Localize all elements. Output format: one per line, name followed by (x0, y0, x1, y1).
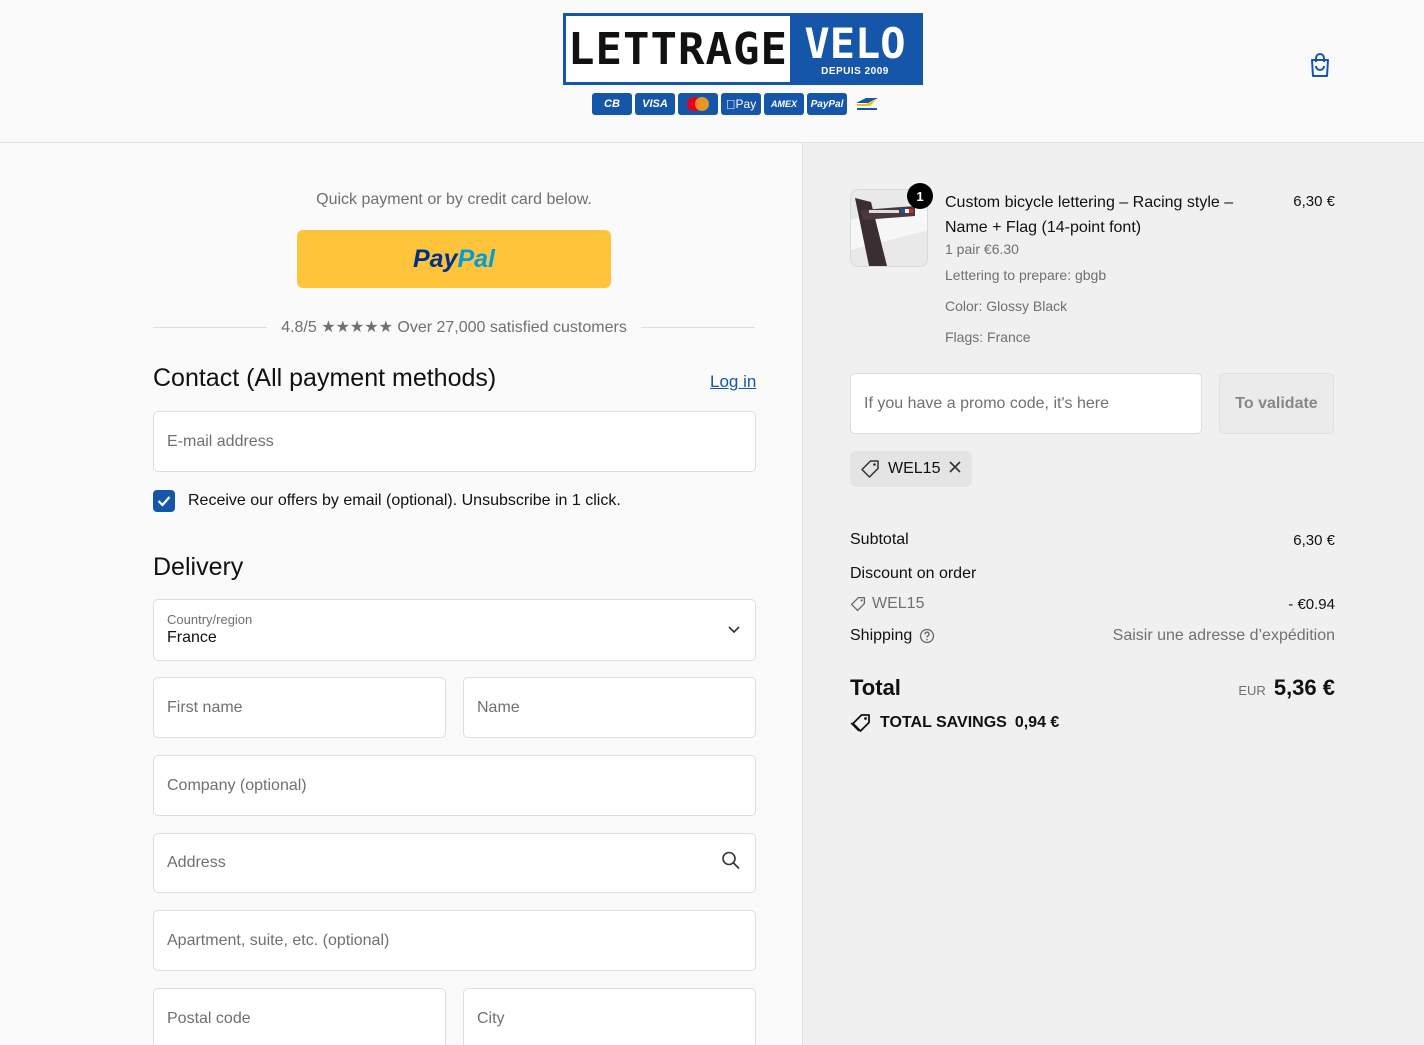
visa-card-icon: VISA (635, 93, 675, 115)
total-currency: EUR (1238, 683, 1266, 698)
applied-code-label: WEL15 (888, 460, 941, 477)
newsletter-checkbox[interactable] (153, 490, 175, 512)
promo-code-input[interactable]: If you have a promo code, it's here (850, 373, 1202, 434)
validate-promo-button[interactable]: To validate (1219, 373, 1334, 434)
product-price: 6,30 € (1293, 193, 1335, 210)
logo-text-left: LETTRAGE (566, 16, 790, 82)
last-name-field[interactable]: Name (463, 677, 756, 738)
tag-icon (850, 596, 866, 612)
paypal-card-icon: PayPal (807, 93, 847, 115)
discount-code: WEL15 (872, 595, 925, 612)
shipping-value: Saisir une adresse d’expédition (1112, 627, 1335, 644)
address-placeholder: Address (167, 854, 226, 871)
country-label: Country/region (167, 612, 253, 627)
city-field[interactable]: City (463, 988, 756, 1045)
help-icon (920, 628, 935, 644)
order-summary: 1 Custom bicycle lettering – Racing styl… (802, 143, 1424, 1045)
paypal-button[interactable]: Pay Pal (297, 230, 611, 288)
first-name-field[interactable]: First name (153, 677, 446, 738)
apartment-field[interactable]: Apartment, suite, etc. (optional) (153, 910, 756, 971)
subtotal-value: 6,30 € (1293, 531, 1335, 549)
total-row: Total EUR 5,36 € (850, 675, 1335, 701)
savings-value: 0,94 € (1014, 714, 1060, 731)
address-field[interactable]: Address (153, 833, 756, 893)
applied-discount-chip: WEL15 (850, 451, 973, 487)
total-savings: TOTAL SAVINGS 0,94 € (850, 713, 1059, 733)
divider-line (153, 326, 268, 328)
logo-subtitle: DEPUIS 2009 (821, 65, 889, 77)
amex-card-icon: AMEX (764, 93, 804, 115)
shipping-label: Shipping (850, 627, 913, 644)
subtotal-row: Subtotal 6,30 € (850, 531, 1335, 549)
logo-text-right: VELO (804, 18, 906, 68)
discount-value: - €0.94 (1288, 595, 1335, 613)
product-color: Color: Glossy Black (945, 298, 1068, 314)
newsletter-label: Receive our offers by email (optional). … (188, 492, 621, 509)
logo-block-right: VELO DEPUIS 2009 (790, 16, 920, 82)
login-link[interactable]: Log in (710, 372, 756, 392)
checkmark-icon (157, 496, 171, 507)
savings-label: TOTAL SAVINGS (880, 714, 1007, 731)
close-icon (949, 460, 962, 473)
site-header: LETTRAGE VELO DEPUIS 2009 CB VISA Pay A… (0, 0, 1424, 143)
delivery-title: Delivery (153, 553, 244, 581)
apple-pay-icon: Pay (721, 93, 761, 115)
postal-code-field[interactable]: Postal code (153, 988, 446, 1045)
total-label: Total (850, 675, 901, 700)
bancontact-icon (850, 93, 884, 115)
country-select[interactable]: Country/region France (153, 599, 756, 661)
subtotal-label: Subtotal (850, 531, 909, 548)
discount-code-row: WEL15 - €0.94 (850, 595, 1335, 613)
company-field[interactable]: Company (optional) (153, 755, 756, 816)
express-intro: Quick payment or by credit card below. (316, 191, 592, 208)
total-value: 5,36 € (1273, 675, 1335, 700)
checkout-form: Quick payment or by credit card below. P… (0, 143, 802, 1045)
brand-logo[interactable]: LETTRAGE VELO DEPUIS 2009 (563, 13, 923, 85)
payment-icons: CB VISA Pay AMEX PayPal (592, 93, 884, 115)
product-flags: Flags: France (945, 329, 1031, 345)
product-title: Custom bicycle lettering – Racing style … (945, 194, 1234, 236)
discount-row: Discount on order (850, 565, 1335, 583)
rating-text: 4.8/5 ★★★★★ Over 27,000 satisfied custom… (281, 319, 627, 336)
cb-card-icon: CB (592, 93, 632, 115)
tag-icon (861, 460, 879, 478)
shipping-row: Shipping Saisir une adresse d’expédition (850, 627, 1335, 645)
cart-button[interactable] (1306, 51, 1334, 79)
shopping-bag-icon (1311, 53, 1329, 77)
newsletter-option[interactable]: Receive our offers by email (optional). … (153, 490, 621, 512)
paypal-label-a: Pay (412, 244, 458, 273)
tag-icon (850, 714, 870, 732)
discount-label: Discount on order (850, 565, 977, 582)
paypal-label-b: Pal (457, 244, 495, 273)
product-unit-price: 1 pair €6.30 (945, 241, 1019, 257)
search-icon[interactable] (721, 851, 741, 876)
rating-divider: 4.8/5 ★★★★★ Over 27,000 satisfied custom… (153, 317, 756, 337)
divider-line (640, 326, 756, 328)
chevron-down-icon (727, 621, 741, 639)
remove-discount-button[interactable] (948, 460, 962, 479)
mastercard-icon (678, 93, 718, 115)
quantity-badge: 1 (907, 183, 933, 209)
email-field[interactable]: E-mail address (153, 411, 756, 472)
contact-title: Contact (All payment methods) (153, 364, 497, 392)
country-value: France (167, 629, 217, 646)
product-lettering: Lettering to prepare: gbgb (945, 267, 1107, 283)
